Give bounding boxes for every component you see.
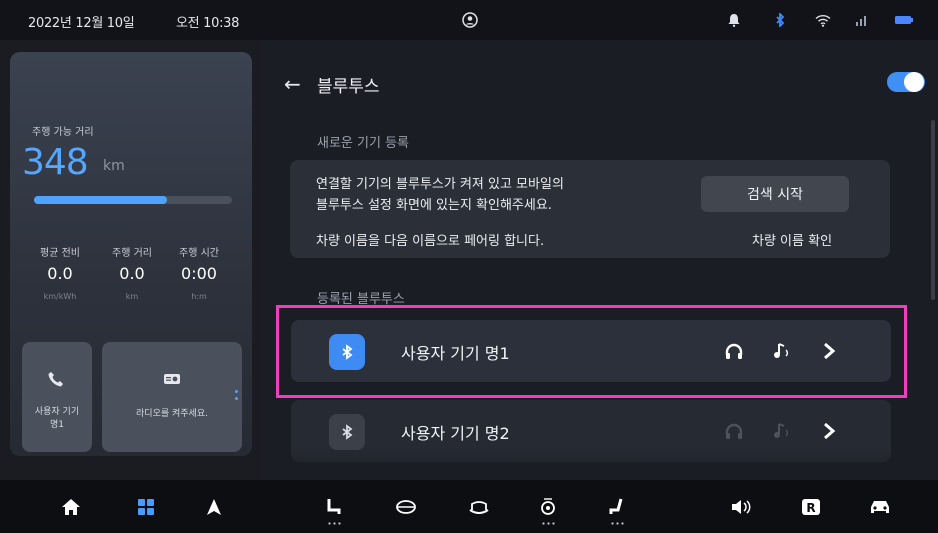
pairing-instruction: 연결할 기기의 블루투스가 켜져 있고 모바일의 블루투스 설정 화면에 있는지…: [316, 177, 564, 213]
radio-tile-label: 라디오를 켜주세요.: [136, 409, 208, 419]
stat-unit-efficiency: km/kWh: [43, 292, 77, 301]
new-device-section-label: 새로운 기기 등록: [317, 136, 409, 151]
selection-highlight: [276, 305, 907, 398]
vehicle-name-check-link[interactable]: 차량 이름 확인: [752, 230, 832, 249]
level-dots: [610, 522, 624, 525]
scan-button[interactable]: 검색 시작: [701, 176, 849, 212]
device-name: 사용자 기기 명2: [401, 424, 510, 443]
svg-text:R: R: [806, 501, 815, 515]
level-dots: [541, 522, 555, 525]
battery-icon: [894, 10, 914, 30]
call-tile[interactable]: 사용자 기기 명1: [22, 342, 92, 452]
steering-heat-icon[interactable]: [393, 494, 419, 520]
bluetooth-icon: [329, 414, 365, 450]
more-indicator: [235, 390, 238, 393]
level-dots: [327, 522, 341, 525]
status-time: 오전 10:38: [176, 16, 240, 31]
scroll-fade: [262, 448, 938, 480]
status-bar: 2022년 12월 10일 오전 10:38: [0, 0, 938, 40]
music-note-icon[interactable]: [770, 419, 794, 443]
radio-tile[interactable]: 라디오를 켜주세요.: [102, 342, 242, 452]
page-title: 블루투스: [317, 77, 380, 97]
fan-icon[interactable]: [535, 494, 561, 520]
range-bar: [34, 196, 232, 204]
bell-icon: [724, 10, 744, 30]
back-arrow-icon[interactable]: ←: [284, 72, 301, 96]
stat-label-distance: 주행 거리: [112, 248, 152, 259]
range-bar-fill: [34, 196, 167, 204]
phone-icon: [47, 370, 65, 392]
status-date: 2022년 12월 10일: [28, 16, 135, 31]
call-tile-label: 사용자 기기 명1: [34, 407, 80, 430]
car-icon[interactable]: [867, 494, 893, 520]
radio-r-icon[interactable]: R: [798, 494, 824, 520]
user-icon[interactable]: [460, 10, 480, 30]
chevron-right-icon[interactable]: [817, 419, 841, 443]
radio-icon: [163, 370, 181, 389]
scrollbar[interactable]: [931, 120, 935, 300]
stat-value-time: 0:00: [181, 264, 217, 283]
signal-icon: [852, 10, 872, 30]
toggle-knob: [904, 72, 924, 92]
bottom-dock: R: [0, 480, 938, 533]
home-icon[interactable]: [58, 494, 84, 520]
apps-icon[interactable]: [133, 494, 159, 520]
headphones-icon[interactable]: [722, 419, 746, 443]
stat-label-time: 주행 시간: [179, 248, 219, 259]
navigation-icon[interactable]: [201, 494, 227, 520]
stat-unit-distance: km: [125, 292, 139, 301]
stat-label-efficiency: 평균 전비: [40, 248, 80, 259]
pairing-name-text: 차량 이름을 다음 이름으로 페어링 합니다.: [316, 234, 545, 249]
seat-icon[interactable]: [321, 494, 347, 520]
range-unit: km: [103, 158, 125, 174]
range-value: 348: [22, 142, 89, 183]
seat-recline-icon[interactable]: [604, 494, 630, 520]
stat-value-efficiency: 0.0: [47, 264, 73, 283]
volume-icon[interactable]: [728, 494, 754, 520]
stat-unit-time: h:m: [191, 292, 207, 301]
wifi-icon: [813, 10, 833, 30]
range-label: 주행 가능 거리: [32, 127, 94, 138]
stat-value-distance: 0.0: [119, 264, 145, 283]
drive-info-panel: 주행 가능 거리 348 km 평균 전비 주행 거리 주행 시간 0.0 0.…: [0, 40, 262, 480]
bluetooth-toggle[interactable]: [887, 72, 925, 92]
more-indicator: [235, 397, 238, 400]
bluetooth-icon: [770, 10, 790, 30]
climate-icon[interactable]: [466, 494, 492, 520]
